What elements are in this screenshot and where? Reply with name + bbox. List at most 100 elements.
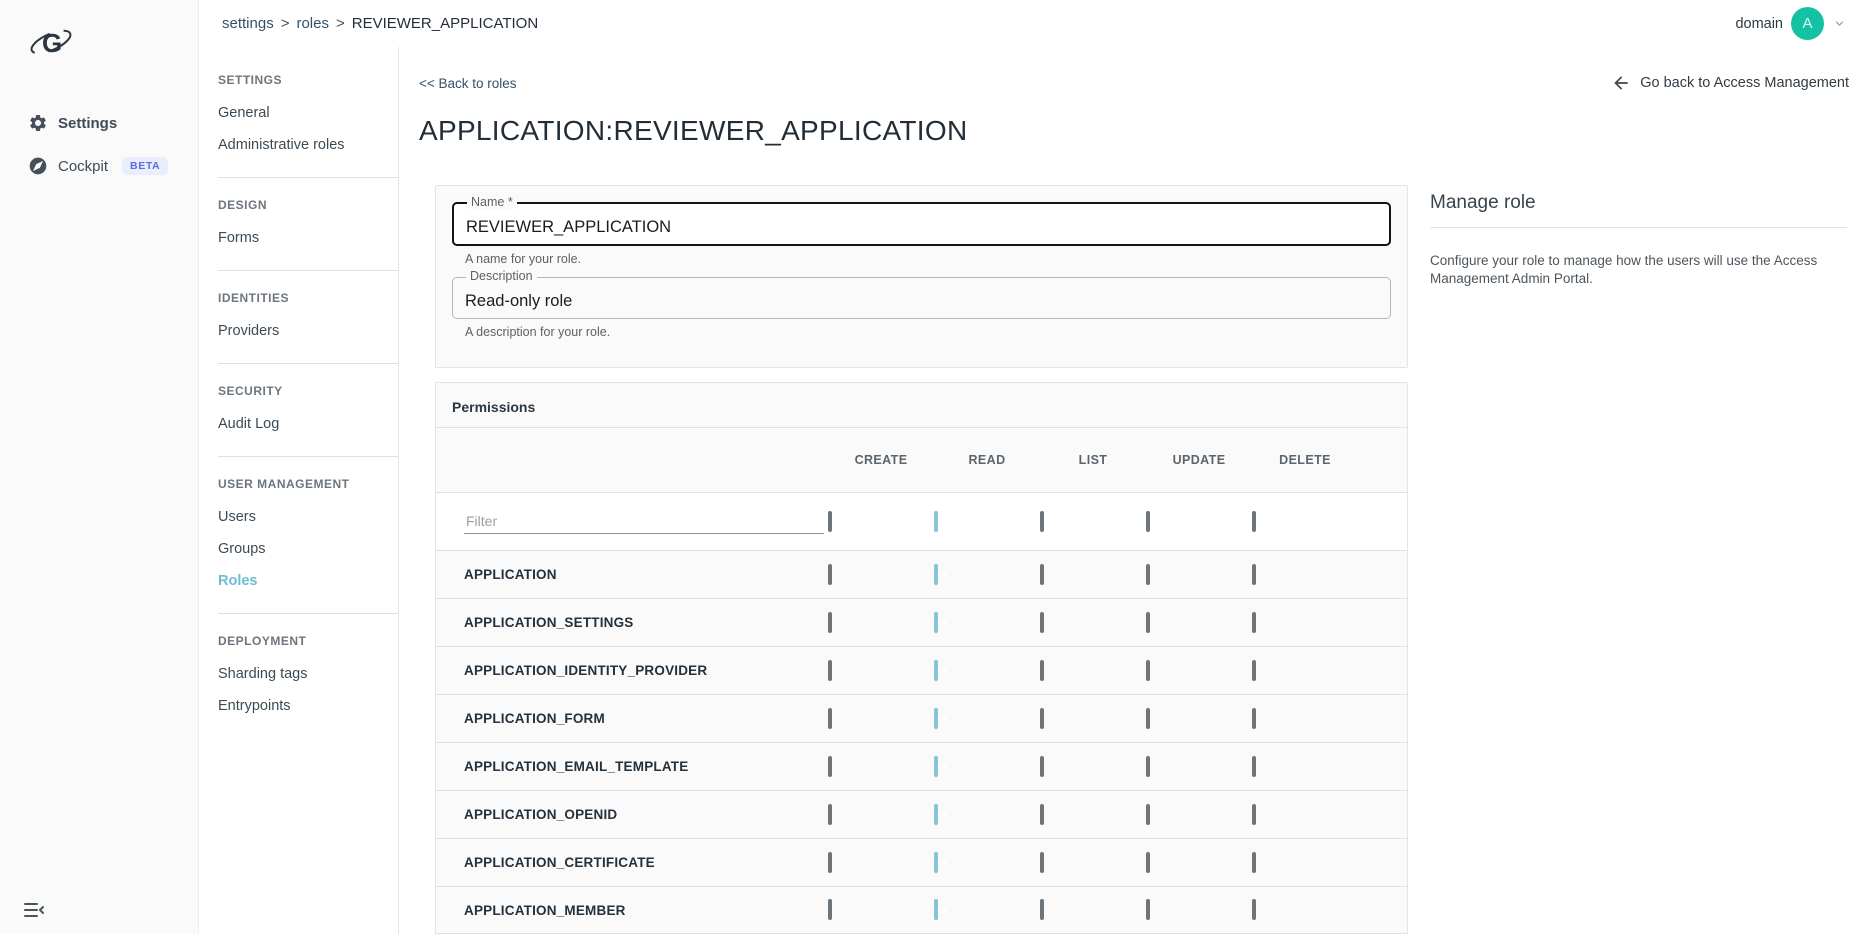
sidebar-item-cockpit[interactable]: Cockpit BETA: [0, 148, 198, 184]
role-form-card: Name * A name for your role. Description…: [435, 185, 1408, 368]
breadcrumb-current: REVIEWER_APPLICATION: [352, 15, 538, 32]
checkbox-application-settings-update[interactable]: [1146, 612, 1150, 633]
checkbox-application-openid-delete[interactable]: [1252, 804, 1256, 825]
checkbox-application-form-update[interactable]: [1146, 708, 1150, 729]
checkbox-application-delete[interactable]: [1252, 564, 1256, 585]
checkbox-application-openid-list[interactable]: [1040, 804, 1044, 825]
checkbox-filter-update[interactable]: [1146, 511, 1150, 532]
checkbox-application-certificate-list[interactable]: [1040, 852, 1044, 873]
checkbox-application-identity-provider-delete[interactable]: [1252, 660, 1256, 681]
checkbox-application-list[interactable]: [1040, 564, 1044, 585]
checkbox-application-openid-create[interactable]: [828, 804, 832, 825]
chevron-down-icon[interactable]: [1832, 16, 1847, 31]
checkbox-application-identity-provider-read[interactable]: [934, 660, 938, 681]
row-label-application-certificate: APPLICATION_CERTIFICATE: [436, 855, 828, 870]
checkbox-application-settings-create[interactable]: [828, 612, 832, 633]
checkbox-filter-delete[interactable]: [1252, 511, 1256, 532]
column-header-list: LIST: [1040, 453, 1146, 467]
row-label-application-settings: APPLICATION_SETTINGS: [436, 615, 828, 630]
checkbox-application-identity-provider-create[interactable]: [828, 660, 832, 681]
gravitee-logo[interactable]: G: [26, 22, 198, 68]
checkbox-application-certificate-create[interactable]: [828, 852, 832, 873]
checkbox-application-certificate-update[interactable]: [1146, 852, 1150, 873]
breadcrumb: settings > roles > REVIEWER_APPLICATION: [222, 15, 538, 32]
section-title-user-management: USER MANAGEMENT: [199, 473, 398, 501]
checkbox-application-form-create[interactable]: [828, 708, 832, 729]
checkbox-filter-list[interactable]: [1040, 511, 1044, 532]
checkbox-application-settings-list[interactable]: [1040, 612, 1044, 633]
checkbox-application-email-template-update[interactable]: [1146, 756, 1150, 777]
topbar-right: domain A: [1735, 7, 1847, 40]
checkbox-application-member-update[interactable]: [1146, 899, 1150, 920]
section-title-deployment: DEPLOYMENT: [199, 630, 398, 658]
checkbox-application-identity-provider-update[interactable]: [1146, 660, 1150, 681]
breadcrumb-separator: >: [336, 15, 345, 32]
checkbox-application-member-create[interactable]: [828, 899, 832, 920]
permissions-header-row: CREATEREADLISTUPDATEDELETE: [436, 428, 1407, 492]
manage-role-description: Configure your role to manage how the us…: [1430, 252, 1847, 288]
description-input[interactable]: [453, 278, 1390, 318]
checkbox-filter-read[interactable]: [934, 511, 938, 532]
sidebar-item-groups[interactable]: Groups: [199, 533, 398, 565]
checkbox-application-certificate-read[interactable]: [934, 852, 938, 873]
checkbox-application-member-delete[interactable]: [1252, 899, 1256, 920]
checkbox-application-form-delete[interactable]: [1252, 708, 1256, 729]
checkbox-application-openid-update[interactable]: [1146, 804, 1150, 825]
checkbox-application-identity-provider-list[interactable]: [1040, 660, 1044, 681]
name-input[interactable]: [454, 204, 1389, 244]
table-row-application: APPLICATION: [436, 550, 1407, 598]
sidebar-item-audit-log[interactable]: Audit Log: [199, 408, 398, 440]
table-row-application-identity-provider: APPLICATION_IDENTITY_PROVIDER: [436, 646, 1407, 694]
section-title-identities: IDENTITIES: [199, 287, 398, 315]
back-to-roles-link[interactable]: << Back to roles: [419, 76, 517, 91]
checkbox-application-email-template-create[interactable]: [828, 756, 832, 777]
checkbox-application-settings-read[interactable]: [934, 612, 938, 633]
sidebar-item-users[interactable]: Users: [199, 501, 398, 533]
checkbox-application-form-read[interactable]: [934, 708, 938, 729]
checkbox-application-member-list[interactable]: [1040, 899, 1044, 920]
sidebar-item-entrypoints[interactable]: Entrypoints: [199, 690, 398, 722]
checkbox-application-email-template-read[interactable]: [934, 756, 938, 777]
sidebar-item-general[interactable]: General: [199, 97, 398, 129]
checkbox-application-read[interactable]: [934, 564, 938, 585]
breadcrumb-roles[interactable]: roles: [296, 15, 329, 32]
svg-text:G: G: [42, 28, 62, 58]
checkbox-application-email-template-list[interactable]: [1040, 756, 1044, 777]
sidebar-item-settings[interactable]: Settings: [0, 105, 198, 141]
secondary-sidebar-nav: SETTINGSGeneralAdministrative rolesDESIG…: [199, 69, 398, 722]
sidebar-item-forms[interactable]: Forms: [199, 222, 398, 254]
sidebar-item-sharding-tags[interactable]: Sharding tags: [199, 658, 398, 690]
sidebar-item-providers[interactable]: Providers: [199, 315, 398, 347]
permissions-table: CREATEREADLISTUPDATEDELETE APPLICATION APP…: [436, 428, 1407, 934]
column-header-update: UPDATE: [1146, 453, 1252, 467]
checkbox-filter-create[interactable]: [828, 511, 832, 532]
sidebar-item-administrative-roles[interactable]: Administrative roles: [199, 129, 398, 161]
column-header-create: CREATE: [828, 453, 934, 467]
description-field: Description: [452, 277, 1391, 319]
filter-input[interactable]: [464, 509, 824, 534]
left-column: Name * A name for your role. Description…: [419, 147, 1409, 934]
section-title-settings: SETTINGS: [199, 69, 398, 97]
table-row-application-form: APPLICATION_FORM: [436, 694, 1407, 742]
sidebar-item-roles[interactable]: Roles: [199, 565, 398, 597]
checkbox-application-update[interactable]: [1146, 564, 1150, 585]
primary-sidebar: G Settings Cockpit BETA: [0, 0, 199, 934]
table-row-application-settings: APPLICATION_SETTINGS: [436, 598, 1407, 646]
row-label-application-email-template: APPLICATION_EMAIL_TEMPLATE: [436, 759, 828, 774]
table-row-application-openid: APPLICATION_OPENID: [436, 790, 1407, 838]
checkbox-application-email-template-delete[interactable]: [1252, 756, 1256, 777]
avatar[interactable]: A: [1791, 7, 1824, 40]
checkbox-application-settings-delete[interactable]: [1252, 612, 1256, 633]
collapse-sidebar-icon[interactable]: [22, 898, 46, 922]
checkbox-application-openid-read[interactable]: [934, 804, 938, 825]
checkbox-application-form-list[interactable]: [1040, 708, 1044, 729]
description-hint: A description for your role.: [465, 325, 1391, 339]
checkbox-application-certificate-delete[interactable]: [1252, 852, 1256, 873]
breadcrumb-settings[interactable]: settings: [222, 15, 274, 32]
checkbox-application-create[interactable]: [828, 564, 832, 585]
section-divider: [218, 177, 398, 178]
permissions-card: Permissions CREATEREADLISTUPDATEDELETEAP…: [435, 382, 1408, 934]
go-back-access-management-link[interactable]: Go back to Access Management: [1611, 73, 1849, 93]
table-row-application-member: APPLICATION_MEMBER: [436, 886, 1407, 934]
checkbox-application-member-read[interactable]: [934, 899, 938, 920]
